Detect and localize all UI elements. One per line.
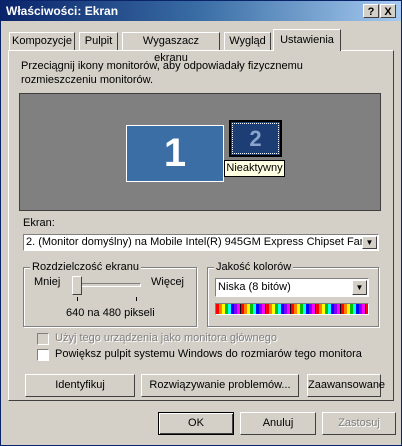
cancel-button[interactable]: Anuluj [240, 412, 316, 435]
chevron-down-icon[interactable]: ▼ [362, 236, 377, 249]
slider-tick [77, 297, 78, 301]
screen-select-value: 2. (Monitor domyślny) na Mobile Intel(R)… [26, 236, 362, 248]
resolution-less-label: Mniej [34, 276, 61, 288]
tab-wygaszacz-ekranu[interactable]: Wygaszacz ekranu [122, 32, 220, 64]
window-title: Właściwości: Ekran [6, 4, 119, 18]
tab-pulpit[interactable]: Pulpit [79, 32, 118, 50]
color-quality-value: Niska (8 bitów) [218, 281, 291, 293]
primary-monitor-label: Użyj tego urządzenia jako monitora główn… [55, 332, 277, 344]
screen-select[interactable]: 2. (Monitor domyślny) na Mobile Intel(R)… [23, 234, 379, 251]
ok-button[interactable]: OK [158, 412, 234, 435]
troubleshoot-button[interactable]: Rozwiązywanie problemów... [141, 374, 299, 397]
description-text: Przeciągnij ikony monitorów, aby odpowia… [21, 60, 303, 86]
monitor-2-icon[interactable]: 2 [229, 120, 282, 157]
tab-wyglad[interactable]: Wygląd [224, 32, 271, 50]
tab-ustawienia[interactable]: Ustawienia [273, 29, 341, 51]
color-quality-group-label: Jakość kolorów [214, 261, 294, 273]
resolution-slider-thumb[interactable] [72, 276, 82, 295]
resolution-value: 640 na 480 pikseli [66, 307, 155, 319]
dialog-window: Właściwości: Ekran ? X Kompozycje Pulpit… [0, 0, 402, 446]
color-quality-preview-bar [215, 303, 369, 315]
slider-tick [136, 297, 137, 301]
apply-button[interactable]: Zastosuj [322, 412, 396, 435]
monitor-tooltip: Nieaktywny [224, 160, 285, 177]
identify-button[interactable]: Identyfikuj [25, 374, 135, 397]
extend-desktop-checkbox[interactable] [37, 349, 49, 361]
resolution-slider-track[interactable] [73, 283, 141, 287]
extend-desktop-label: Powiększ pulpit systemu Windows do rozmi… [55, 348, 362, 360]
resolution-more-label: Więcej [151, 276, 185, 288]
title-bar[interactable]: Właściwości: Ekran ? X [1, 1, 401, 21]
color-quality-select[interactable]: Niska (8 bitów) ▼ [215, 278, 369, 297]
tab-kompozycje[interactable]: Kompozycje [9, 32, 75, 50]
help-button[interactable]: ? [363, 4, 379, 18]
color-quality-group [207, 267, 379, 327]
primary-monitor-checkbox[interactable] [37, 333, 49, 345]
close-button[interactable]: X [380, 4, 396, 18]
advanced-button[interactable]: Zaawansowane [307, 374, 385, 397]
chevron-down-icon[interactable]: ▼ [352, 280, 367, 295]
screen-label: Ekran: [23, 217, 55, 229]
monitor-1-icon[interactable]: 1 [126, 125, 224, 182]
resolution-group-label: Rozdzielczość ekranu [30, 261, 141, 273]
